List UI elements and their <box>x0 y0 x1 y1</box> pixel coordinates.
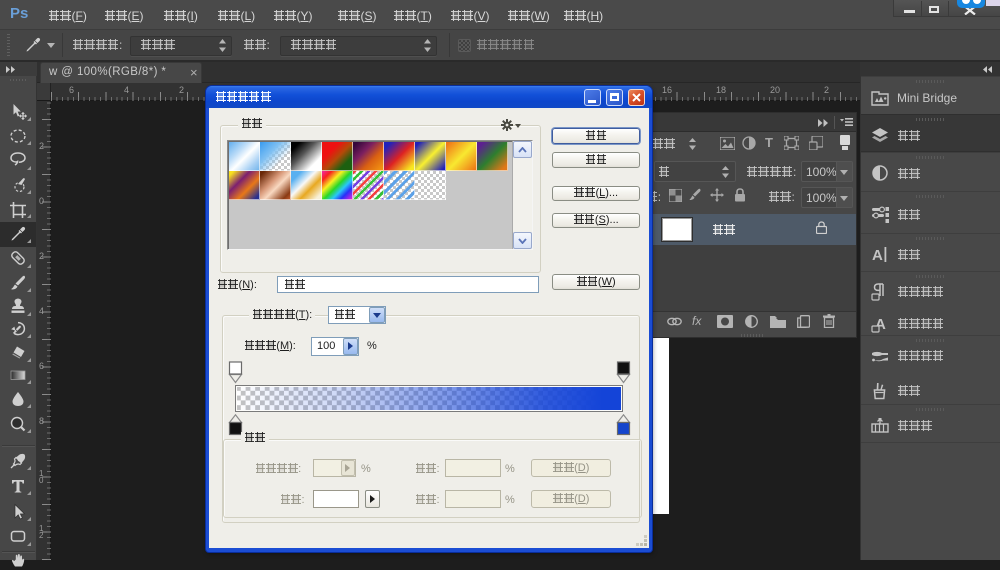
svg-text:A: A <box>872 247 883 264</box>
